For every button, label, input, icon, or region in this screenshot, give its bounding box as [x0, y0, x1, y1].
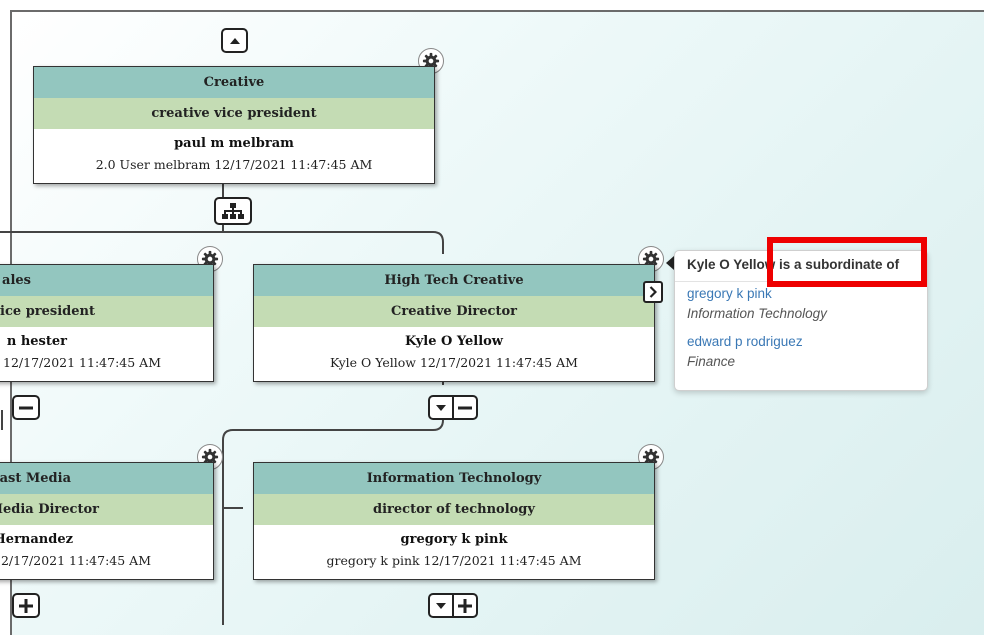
- org-chart-icon: [222, 203, 244, 219]
- card-job-title: Creative Director: [254, 296, 654, 327]
- expand-up-button[interactable]: [221, 28, 248, 53]
- card-job-title: creative vice president: [34, 98, 434, 129]
- org-card-high-tech-creative[interactable]: High Tech Creative Creative Director Kyl…: [253, 264, 655, 382]
- expand-collapse-toggle[interactable]: [428, 395, 478, 420]
- collapse-button[interactable]: [452, 397, 476, 418]
- manager-link[interactable]: gregory k pink: [687, 286, 772, 301]
- card-job-title: vice president: [0, 296, 213, 327]
- card-person-name: gregory k pink: [400, 531, 508, 547]
- card-person-name: paul m melbram: [174, 135, 294, 151]
- manager-department: Finance: [687, 354, 736, 369]
- expand-children-button[interactable]: [430, 595, 452, 616]
- card-metadata: gregory k pink 12/17/2021 11:47:45 AM: [326, 553, 582, 568]
- expand-button[interactable]: [12, 593, 40, 618]
- plus-icon: [458, 598, 472, 613]
- popup-pointer: [666, 256, 674, 270]
- card-metadata: Kyle O Yellow 12/17/2021 11:47:45 AM: [330, 355, 578, 370]
- org-card-sales[interactable]: ales vice president n hester 12/17/2021 …: [0, 264, 214, 382]
- chevron-down-icon: [436, 602, 446, 609]
- card-department: Creative: [34, 67, 434, 98]
- show-managers-button[interactable]: [643, 281, 663, 303]
- show-hierarchy-button[interactable]: [214, 197, 252, 225]
- org-card-information-technology[interactable]: Information Technology director of techn…: [253, 462, 655, 580]
- plus-icon: [19, 598, 33, 613]
- card-person-name: Kyle O Yellow: [404, 333, 503, 349]
- minus-icon: [19, 406, 33, 409]
- card-job-title: Media Director: [0, 494, 213, 525]
- manager-link[interactable]: edward p rodriguez: [687, 334, 803, 349]
- highlight-box: [767, 237, 927, 287]
- card-person-name: n hester: [6, 333, 67, 349]
- org-chart-viewport: Creative creative vice president paul m …: [0, 0, 984, 635]
- manager-department: Information Technology: [687, 306, 827, 321]
- card-metadata: 12/17/2021 11:47:45 AM: [3, 355, 161, 370]
- card-job-title: director of technology: [254, 494, 654, 525]
- card-person-name: Hernandez: [0, 531, 73, 547]
- expand-children-button[interactable]: [430, 397, 452, 418]
- card-department: ast Media: [0, 463, 213, 494]
- card-department: High Tech Creative: [254, 265, 654, 296]
- card-metadata: 2.0 User melbram 12/17/2021 11:47:45 AM: [95, 157, 373, 172]
- org-card-creative[interactable]: Creative creative vice president paul m …: [33, 66, 435, 184]
- collapse-button[interactable]: [12, 395, 40, 420]
- card-metadata: 2/17/2021 11:47:45 AM: [0, 553, 151, 568]
- card-department: ales: [0, 265, 213, 296]
- org-card-broadcast-media[interactable]: ast Media Media Director Hernandez 2/17/…: [0, 462, 214, 580]
- chevron-down-icon: [436, 404, 446, 411]
- card-department: Information Technology: [254, 463, 654, 494]
- expand-button[interactable]: [452, 595, 476, 616]
- chevron-up-icon: [229, 37, 240, 44]
- chevron-right-icon: [649, 286, 657, 298]
- expand-collapse-toggle[interactable]: [428, 593, 478, 618]
- minus-icon: [458, 406, 472, 409]
